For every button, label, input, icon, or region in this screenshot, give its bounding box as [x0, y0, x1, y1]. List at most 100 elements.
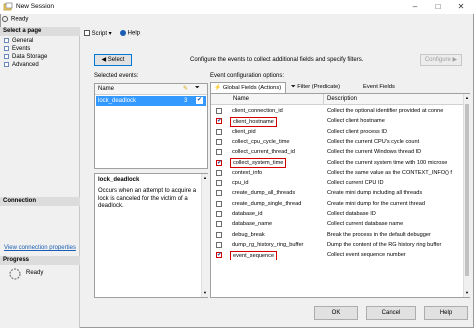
- events-list-header: Name ✎ ⏷: [95, 84, 207, 95]
- help-button[interactable]: Help: [424, 306, 468, 320]
- scroll-up-icon[interactable]: ▲: [465, 95, 469, 100]
- table-row[interactable]: create_dump_single_thread Create mini dum…: [211, 199, 463, 209]
- tab-filter[interactable]: ⏷ Filter (Predicate): [288, 82, 343, 93]
- pencil-icon: ✎: [183, 86, 189, 92]
- field-name: collect_current_thread_id: [232, 149, 295, 156]
- field-checkbox[interactable]: ✔: [216, 252, 222, 259]
- field-checkbox[interactable]: ✔: [216, 159, 222, 166]
- main-area: ◀ Select Configure the events to collect…: [82, 42, 472, 300]
- table-row[interactable]: debug_break Break the process in the defa…: [211, 230, 463, 240]
- field-description: Break the process in the default debugge…: [327, 231, 431, 238]
- field-checkbox[interactable]: [216, 108, 222, 114]
- selected-events-label: Selected events:: [94, 73, 139, 79]
- table-row[interactable]: database_name Collect current database na…: [211, 219, 463, 229]
- field-name: client_pid: [232, 128, 256, 135]
- event-config-label: Event configuration options:: [210, 73, 285, 79]
- select-button[interactable]: ◀ Select: [94, 54, 132, 66]
- tab-label: Event Fields: [363, 84, 395, 90]
- table-row[interactable]: ✔ client_hostname Collect client hostname: [211, 116, 463, 127]
- table-row[interactable]: collect_cpu_cycle_time Collect the curren…: [211, 137, 463, 147]
- page-advanced[interactable]: Advanced: [4, 61, 39, 69]
- page-data-storage[interactable]: Data Storage: [4, 53, 47, 61]
- field-checkbox[interactable]: [216, 221, 222, 228]
- field-checkbox[interactable]: [216, 241, 222, 248]
- event-check-icon[interactable]: ✔: [196, 97, 203, 104]
- detail-scrollbar[interactable]: ▲ ▼: [201, 174, 208, 297]
- field-checkbox[interactable]: [216, 180, 222, 187]
- filter-icon: ⏷: [195, 85, 200, 91]
- page-label: Events: [12, 46, 31, 52]
- help-icon: [120, 30, 126, 36]
- field-name: dump_rg_history_ring_buffer: [232, 241, 304, 248]
- field-checkbox[interactable]: [216, 200, 222, 207]
- detail-text: Occurs when an attempt to acquire a lock…: [98, 188, 197, 209]
- ready-label: Ready: [11, 16, 29, 23]
- tab-label: Filter (Predicate): [297, 84, 341, 90]
- page-general[interactable]: General: [4, 37, 33, 45]
- grid-rows: client_connection_id Collect the optional…: [211, 106, 463, 296]
- progress-status: Ready: [26, 270, 44, 276]
- field-description: Collect client process ID: [327, 128, 387, 135]
- field-name: event_sequence: [230, 250, 278, 261]
- event-detail-panel: lock_deadlock Occurs when an attempt to …: [94, 173, 208, 298]
- table-row[interactable]: ✔ collect_system_time Collect the current …: [211, 158, 463, 168]
- field-description: Create mini dump for the current thread: [327, 200, 425, 207]
- field-name: database_id: [232, 211, 263, 217]
- table-row[interactable]: create_dump_all_threads Create mini dump …: [211, 188, 463, 198]
- left-panel: Select a page General Events Data Storag…: [0, 27, 80, 328]
- top-status: Ready: [2, 16, 28, 23]
- table-row[interactable]: client_connection_id Collect the optional…: [211, 106, 463, 116]
- field-description: Create mini dump including all threads: [327, 190, 423, 197]
- table-row[interactable]: context_info Collect the same value as th…: [211, 168, 463, 178]
- view-connection-properties-link[interactable]: View connection properties: [4, 245, 76, 251]
- script-button[interactable]: Script ▾: [84, 30, 112, 37]
- tab-event-fields[interactable]: Event Fields: [360, 82, 398, 93]
- ready-status-icon: [2, 16, 8, 22]
- maximize-button[interactable]: □: [427, 0, 449, 14]
- grid-header: Name Description: [211, 94, 463, 105]
- field-checkbox[interactable]: ✔: [216, 118, 222, 125]
- field-description: Collect the same value as the CONTEXT_IN…: [327, 169, 452, 176]
- scroll-thumb[interactable]: [465, 104, 469, 276]
- field-checkbox[interactable]: [216, 169, 222, 176]
- page-label: Data Storage: [12, 54, 48, 60]
- field-name: create_dump_single_thread: [232, 200, 302, 207]
- table-row[interactable]: collect_current_thread_id Collect the cur…: [211, 147, 463, 157]
- grid-name-header: Name: [233, 96, 250, 102]
- scroll-down-icon[interactable]: ▼: [465, 290, 469, 295]
- table-row[interactable]: client_pid Collect client process ID: [211, 127, 463, 137]
- scroll-up-icon[interactable]: ▲: [203, 175, 207, 180]
- help-label: Help: [127, 30, 141, 37]
- help-toolbar-button[interactable]: Help: [120, 30, 140, 37]
- field-checkbox[interactable]: [216, 149, 222, 156]
- field-description: Collect the current CPU's cycle count: [327, 138, 420, 145]
- field-checkbox[interactable]: [216, 211, 222, 217]
- field-checkbox[interactable]: [216, 231, 222, 238]
- minimize-button[interactable]: –: [404, 0, 426, 14]
- ok-button[interactable]: OK: [314, 306, 358, 320]
- field-name: database_name: [232, 221, 273, 228]
- tab-global-fields[interactable]: ⚡ Global Fields (Actions): [210, 82, 286, 93]
- field-checkbox[interactable]: [216, 128, 222, 135]
- connection-header: Connection: [0, 197, 80, 206]
- page-events[interactable]: Events: [4, 45, 30, 53]
- page-icon: [4, 53, 9, 59]
- close-button[interactable]: ✕: [450, 0, 472, 14]
- table-row[interactable]: cpu_id Collect current CPU ID: [211, 178, 463, 188]
- table-row[interactable]: ✔ event_sequence Collect event sequence nu…: [211, 250, 463, 261]
- toolbar: Script ▾ Help: [82, 28, 474, 40]
- page-label: Advanced: [12, 62, 39, 68]
- list-item-lock-deadlock[interactable]: lock_deadlock 3 ✔: [96, 96, 206, 106]
- configure-button[interactable]: Configure ▶: [420, 54, 462, 66]
- field-description: Collect database ID: [327, 211, 376, 217]
- column-divider: [323, 94, 324, 105]
- scroll-down-icon[interactable]: ▼: [203, 290, 207, 295]
- table-row[interactable]: dump_rg_history_ring_buffer Dump the cont…: [211, 240, 463, 250]
- cancel-button[interactable]: Cancel: [366, 306, 416, 320]
- table-row[interactable]: database_id Collect database ID: [211, 209, 463, 219]
- grid-scrollbar[interactable]: ▲ ▼: [463, 94, 470, 297]
- global-fields-grid: Name Description client_connection_id Col…: [210, 93, 470, 298]
- field-name: context_info: [232, 169, 263, 176]
- field-checkbox[interactable]: [216, 138, 222, 145]
- field-checkbox[interactable]: [216, 190, 222, 197]
